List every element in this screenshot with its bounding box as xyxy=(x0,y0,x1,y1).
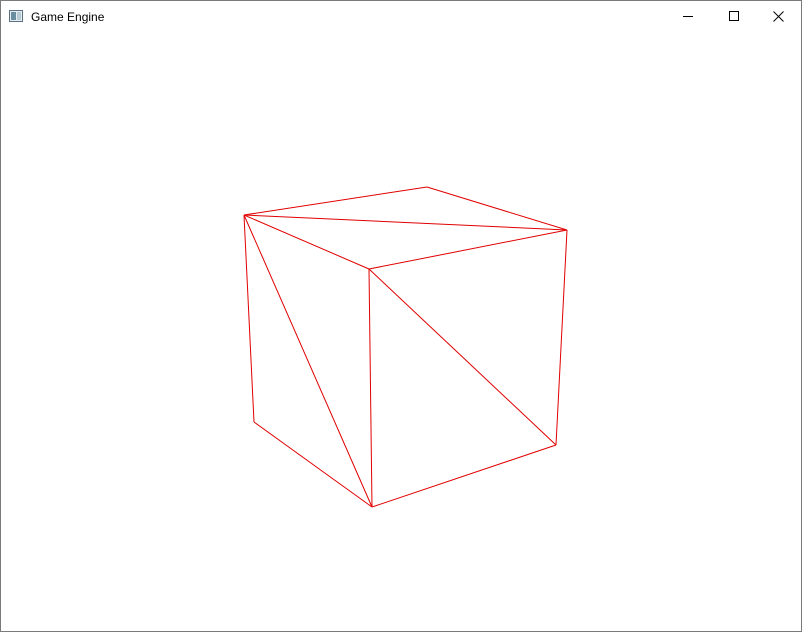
cube-diagonal xyxy=(243,214,568,231)
maximize-icon xyxy=(729,11,739,21)
app-window: Game Engine xyxy=(0,0,802,632)
window-title: Game Engine xyxy=(31,10,105,24)
wireframe-canvas xyxy=(243,186,568,508)
cube-edge xyxy=(253,421,373,508)
cube-edge xyxy=(243,186,428,216)
cube-diagonal xyxy=(243,214,373,508)
render-viewport[interactable] xyxy=(1,31,801,631)
cube-edge xyxy=(243,214,370,270)
cube-edge xyxy=(426,186,568,231)
cube-edge xyxy=(368,268,373,508)
cube-edge xyxy=(371,444,557,508)
cube-edge xyxy=(243,214,255,423)
cube-edge xyxy=(555,229,568,446)
close-icon xyxy=(772,10,784,22)
cube-diagonal xyxy=(368,268,557,446)
title-bar[interactable]: Game Engine xyxy=(1,1,801,31)
app-window-icon xyxy=(9,9,23,22)
minimize-icon xyxy=(683,11,693,21)
cube-edge xyxy=(368,229,568,270)
close-button[interactable] xyxy=(755,1,801,31)
minimize-button[interactable] xyxy=(665,1,711,31)
maximize-button[interactable] xyxy=(711,1,757,31)
